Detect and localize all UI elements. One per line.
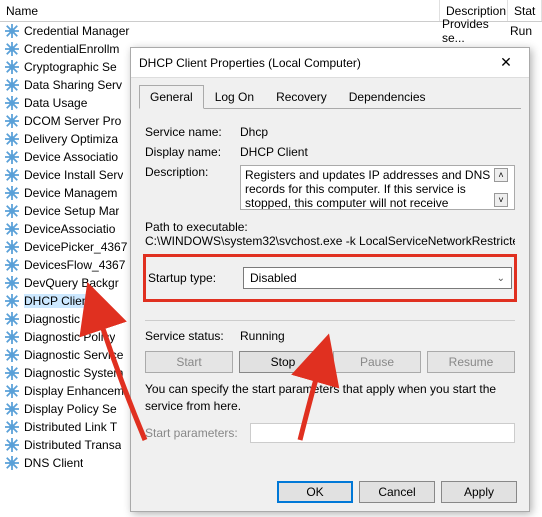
gear-icon xyxy=(4,167,20,183)
gear-icon xyxy=(4,257,20,273)
gear-icon xyxy=(4,293,20,309)
gear-icon xyxy=(4,95,20,111)
scroll-up-icon[interactable]: ˄ xyxy=(494,168,508,182)
service-name: CredentialEnrollm xyxy=(24,42,119,56)
service-desc: Provides se... xyxy=(442,17,510,45)
gear-icon xyxy=(4,383,20,399)
chevron-down-icon: ⌄ xyxy=(497,273,505,284)
col-name[interactable]: Name xyxy=(0,0,440,21)
gear-icon xyxy=(4,419,20,435)
value-display-name: DHCP Client xyxy=(240,145,515,159)
startup-type-select[interactable]: Disabled ⌄ xyxy=(243,267,512,289)
service-name: Display Policy Se xyxy=(24,402,117,416)
gear-icon xyxy=(4,329,20,345)
close-icon[interactable]: ✕ xyxy=(491,54,521,71)
gear-icon xyxy=(4,455,20,471)
hint-text: You can specify the start parameters tha… xyxy=(145,381,515,415)
label-start-params: Start parameters: xyxy=(145,426,250,440)
service-name: DNS Client xyxy=(24,456,83,470)
label-path: Path to executable: xyxy=(145,220,515,234)
service-name: Diagnostic Service xyxy=(24,348,123,362)
highlight-startup-type: Startup type: Disabled ⌄ xyxy=(143,254,517,302)
service-name: Display Enhancem xyxy=(24,384,124,398)
value-service-status: Running xyxy=(240,329,285,343)
gear-icon xyxy=(4,203,20,219)
gear-icon xyxy=(4,23,20,39)
service-name: Data Sharing Serv xyxy=(24,78,122,92)
titlebar[interactable]: DHCP Client Properties (Local Computer) … xyxy=(131,48,529,78)
service-name: Device Managem xyxy=(24,186,117,200)
value-service-name: Dhcp xyxy=(240,125,515,139)
tab-general[interactable]: General xyxy=(139,85,204,109)
service-name: Diagnostic Execut xyxy=(24,312,120,326)
description-box: Registers and updates IP addresses and D… xyxy=(240,165,515,210)
service-name: Device Install Serv xyxy=(24,168,123,182)
tabs: General Log On Recovery Dependencies xyxy=(139,84,521,109)
gear-icon xyxy=(4,239,20,255)
service-name: Diagnostic System xyxy=(24,366,123,380)
service-name: Credential Manager xyxy=(24,24,442,38)
gear-icon xyxy=(4,113,20,129)
service-name: DevQuery Backgr xyxy=(24,276,119,290)
divider xyxy=(145,320,515,321)
service-name: Delivery Optimiza xyxy=(24,132,118,146)
value-description: Registers and updates IP addresses and D… xyxy=(245,168,494,207)
service-name: DevicePicker_4367 xyxy=(24,240,127,254)
tab-recovery[interactable]: Recovery xyxy=(265,85,338,109)
tab-dependencies[interactable]: Dependencies xyxy=(338,85,437,109)
service-name: DevicesFlow_4367 xyxy=(24,258,125,272)
gear-icon xyxy=(4,59,20,75)
cancel-button[interactable]: Cancel xyxy=(359,481,435,503)
service-stat: Run xyxy=(510,24,532,38)
service-name: DCOM Server Pro xyxy=(24,114,121,128)
tab-logon[interactable]: Log On xyxy=(204,85,265,109)
gear-icon xyxy=(4,365,20,381)
gear-icon xyxy=(4,275,20,291)
label-startup-type: Startup type: xyxy=(148,271,243,285)
list-item[interactable]: Credential Manager Provides se... Run xyxy=(0,22,542,40)
start-button: Start xyxy=(145,351,233,373)
value-path: C:\WINDOWS\system32\svchost.exe -k Local… xyxy=(145,234,515,248)
gear-icon xyxy=(4,149,20,165)
pause-button: Pause xyxy=(333,351,421,373)
apply-button[interactable]: Apply xyxy=(441,481,517,503)
start-params-input xyxy=(250,423,515,443)
label-service-status: Service status: xyxy=(145,329,240,343)
label-description: Description: xyxy=(145,165,240,179)
resume-button: Resume xyxy=(427,351,515,373)
gear-icon xyxy=(4,131,20,147)
service-name: Distributed Transa xyxy=(24,438,121,452)
gear-icon xyxy=(4,347,20,363)
service-name: Data Usage xyxy=(24,96,87,110)
service-name: Cryptographic Se xyxy=(24,60,117,74)
dialog-title: DHCP Client Properties (Local Computer) xyxy=(139,56,491,70)
general-pane: Service name: Dhcp Display name: DHCP Cl… xyxy=(131,109,529,473)
service-name: Diagnostic Policy xyxy=(24,330,115,344)
scrollbar[interactable]: ˄ ˅ xyxy=(494,168,510,207)
dialog-buttons: OK Cancel Apply xyxy=(131,473,529,511)
service-name: Device Associatio xyxy=(24,150,118,164)
service-name: DHCP Client xyxy=(24,294,92,308)
ok-button[interactable]: OK xyxy=(277,481,353,503)
label-service-name: Service name: xyxy=(145,125,240,139)
gear-icon xyxy=(4,401,20,417)
gear-icon xyxy=(4,41,20,57)
gear-icon xyxy=(4,221,20,237)
label-display-name: Display name: xyxy=(145,145,240,159)
scroll-down-icon[interactable]: ˅ xyxy=(494,193,508,207)
properties-dialog: DHCP Client Properties (Local Computer) … xyxy=(130,47,530,512)
col-status[interactable]: Stat xyxy=(508,0,542,21)
stop-button[interactable]: Stop xyxy=(239,351,327,373)
service-name: DeviceAssociatio xyxy=(24,222,115,236)
service-name: Distributed Link T xyxy=(24,420,117,434)
gear-icon xyxy=(4,311,20,327)
control-buttons: Start Stop Pause Resume xyxy=(145,351,515,373)
gear-icon xyxy=(4,185,20,201)
gear-icon xyxy=(4,437,20,453)
gear-icon xyxy=(4,77,20,93)
startup-type-value: Disabled xyxy=(250,271,297,285)
service-name: Device Setup Mar xyxy=(24,204,119,218)
